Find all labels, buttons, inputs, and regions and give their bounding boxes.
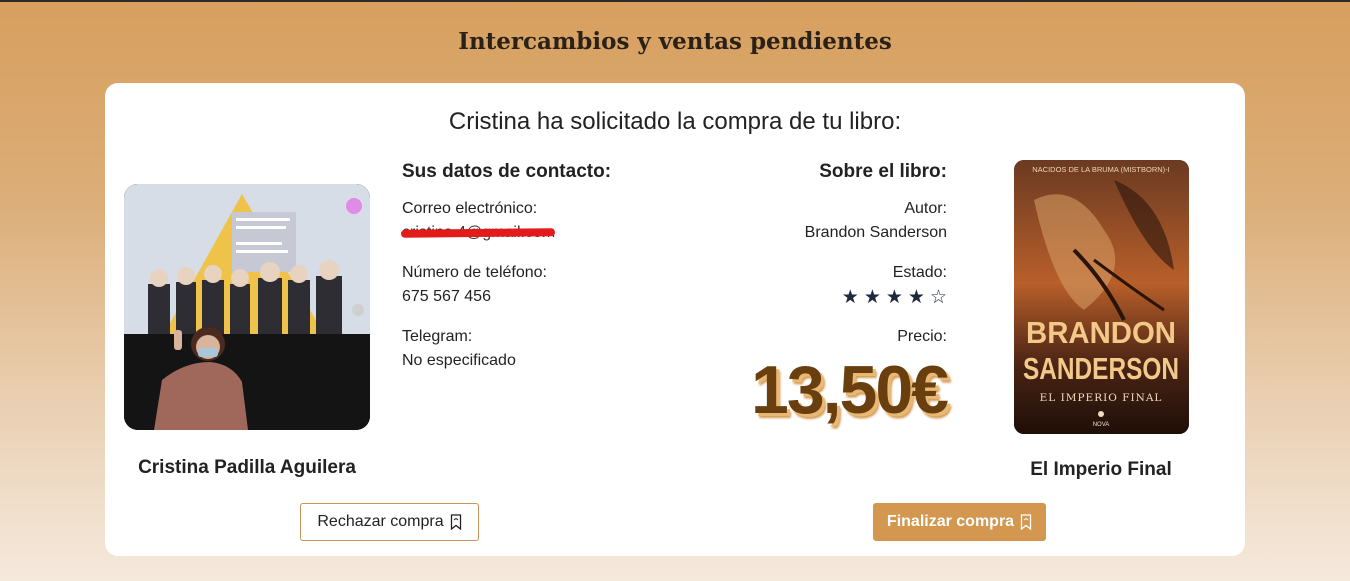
star-filled-icon: ★ xyxy=(885,286,903,308)
author-label: Autor: xyxy=(904,200,947,217)
finalize-button-label: Finalizar compra xyxy=(886,513,1015,530)
pending-request-card: Cristina ha solicitado la compra de tu l… xyxy=(105,83,1245,556)
cover-author-line2: SANDERSON xyxy=(1023,351,1179,386)
cover-author-line1: BRANDON xyxy=(1026,315,1176,350)
star-empty-icon: ☆ xyxy=(929,286,947,308)
reject-button-label: Rechazar compra xyxy=(317,513,444,530)
email-value: cristina.4@gmail.com xyxy=(400,221,556,245)
cover-publisher: NOVA xyxy=(1093,422,1110,428)
cover-series: NACIDOS DE LA BRUMA (MISTBORN)-I xyxy=(1032,165,1170,174)
bookmark-icon xyxy=(450,514,461,530)
page-title: Intercambios y ventas pendientes xyxy=(458,28,892,55)
requester-avatar xyxy=(124,184,370,430)
star-filled-icon: ★ xyxy=(907,286,925,308)
book-details: Sobre el libro: Autor: Brandon Sanderson… xyxy=(627,161,949,429)
price-value: 13,50€ xyxy=(751,352,949,428)
email-redaction-mark xyxy=(400,228,556,238)
book-cover: NACIDOS DE LA BRUMA (MISTBORN)-I BRANDON… xyxy=(1014,160,1189,434)
cover-title: EL IMPERIO FINAL xyxy=(1040,392,1163,404)
book-section-title: Sobre el libro: xyxy=(819,161,947,182)
price-label: Precio: xyxy=(897,328,947,345)
condition-rating: ★ ★ ★ ★ ☆ xyxy=(842,285,947,309)
finalize-purchase-button[interactable]: Finalizar compra xyxy=(873,503,1046,541)
request-heading: Cristina ha solicitado la compra de tu l… xyxy=(448,108,902,135)
star-filled-icon: ★ xyxy=(841,286,859,308)
requester-name: Cristina Padilla Aguilera xyxy=(138,457,356,478)
reject-purchase-button[interactable]: Rechazar compra xyxy=(300,503,479,541)
author-value: Brandon Sanderson xyxy=(804,224,947,241)
bookmark-icon xyxy=(1020,514,1032,530)
condition-label: Estado: xyxy=(892,264,947,281)
book-title: El Imperio Final xyxy=(1030,459,1172,480)
star-filled-icon: ★ xyxy=(863,286,881,308)
